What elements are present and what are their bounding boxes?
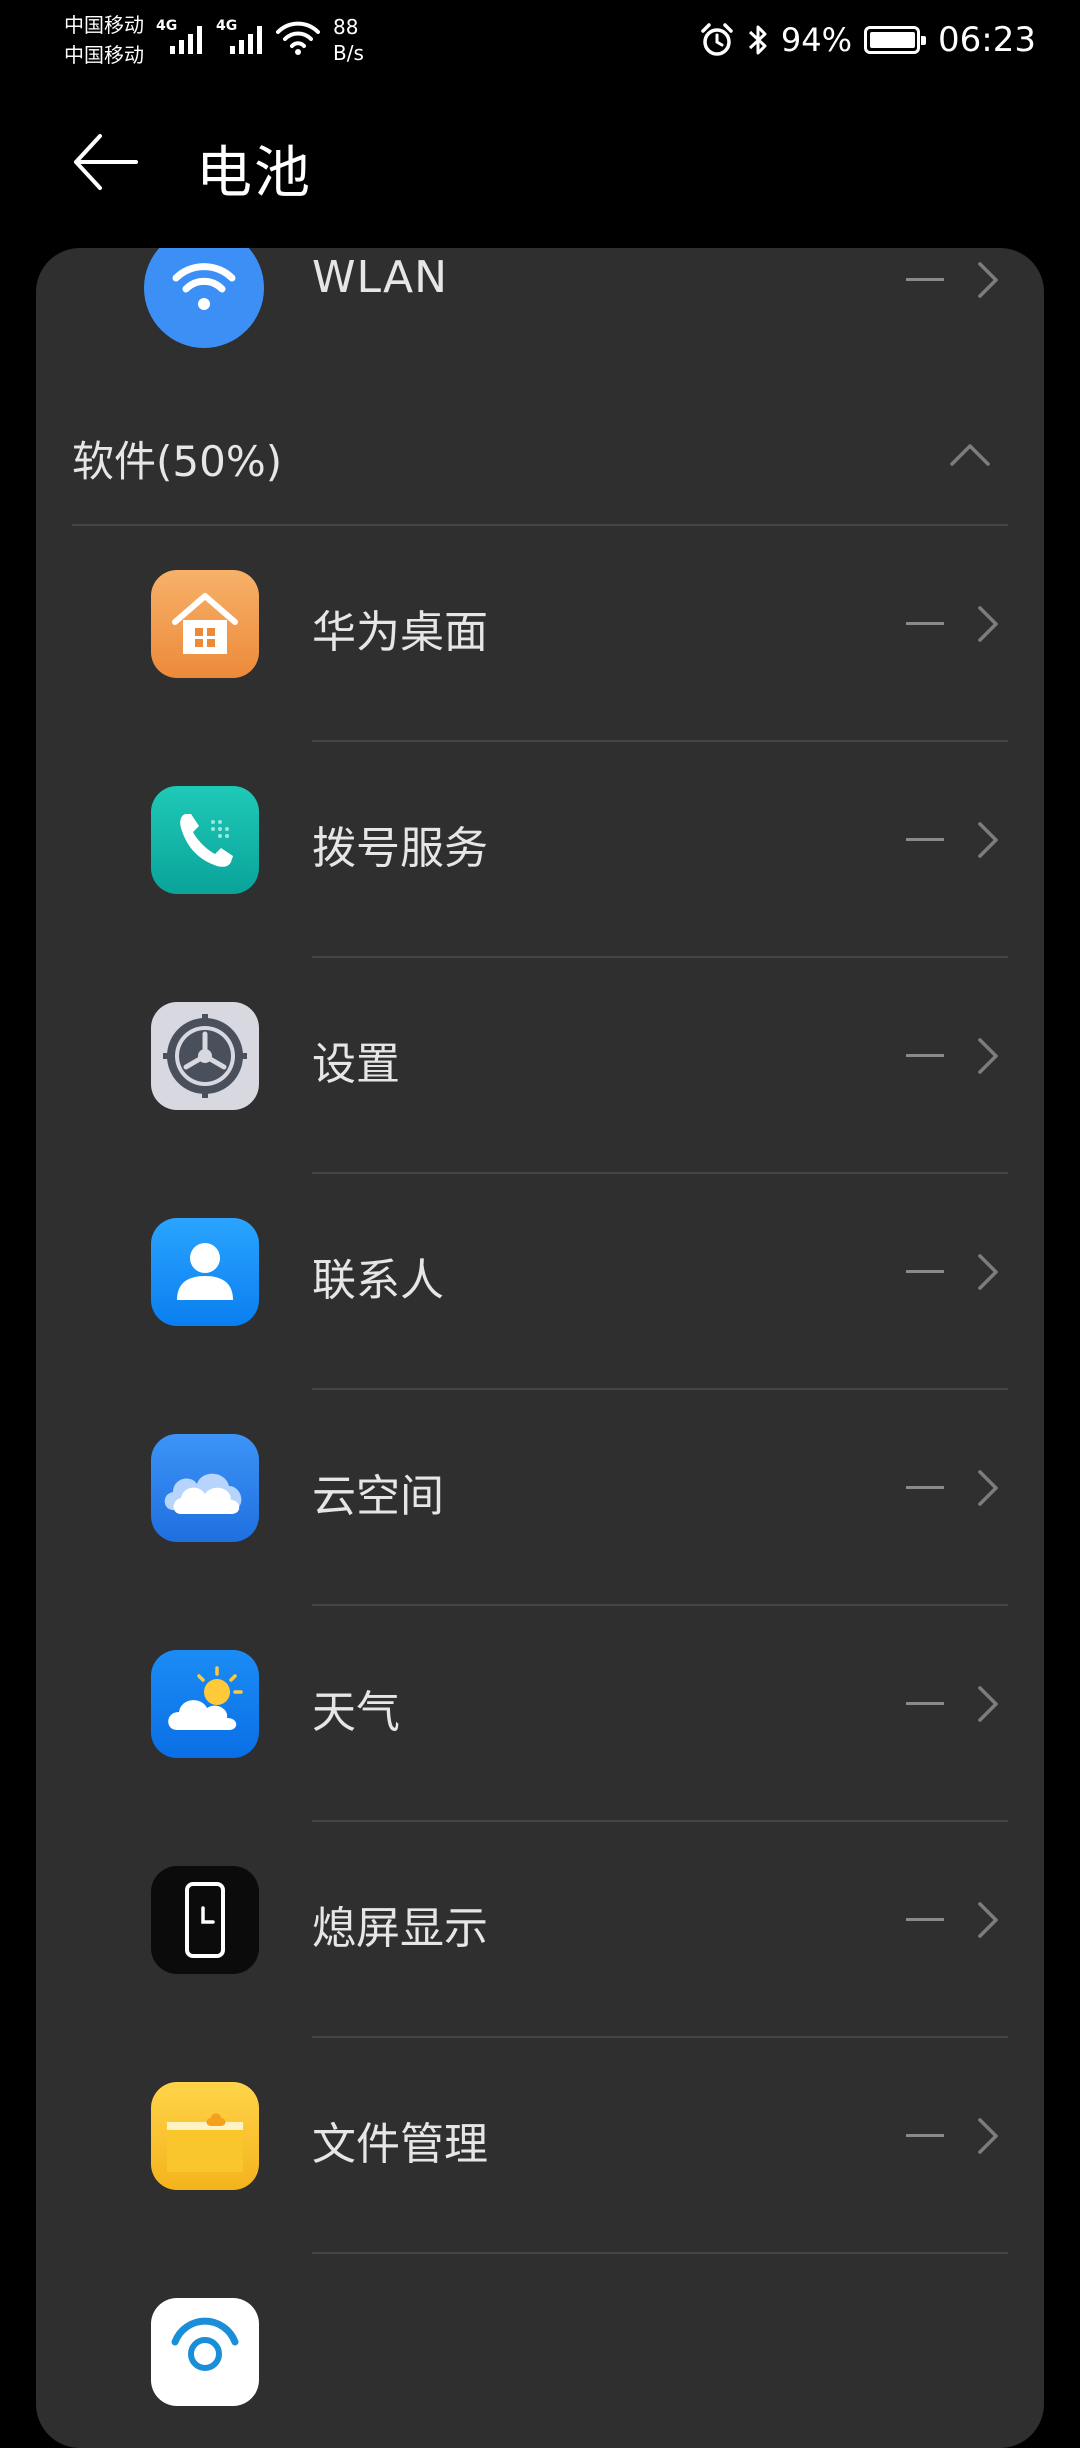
page-title: 电池 [196,141,312,206]
cloud-icon [151,1434,259,1542]
wifi-icon [172,263,236,310]
list-item-label: 联系人 [312,1255,444,1306]
usage-value [906,1054,944,1057]
section-header-software[interactable]: 软件(50%) [36,398,1044,528]
chevron-right-icon [978,1686,998,1722]
clock-phone-icon [151,1866,259,1974]
usage-value [906,1702,944,1705]
speed-value: 88 [333,15,359,39]
carrier-2: 中国移动 [64,43,144,67]
clock: 06:23 [938,20,1036,60]
status-right: 94% 06:23 [699,18,1036,62]
list-item-label: 拨号服务 [312,823,488,874]
signal-1: 4G [156,16,202,56]
list-item-always-on-display[interactable]: 熄屏显示 [36,1822,1044,2038]
usage-value [906,1486,944,1489]
list-item-contacts[interactable]: 联系人 [36,1174,1044,1390]
network-type-2: 4G [216,18,238,34]
usage-value [906,622,944,625]
usage-list-card: WLAN 软件(50%) 华为桌面 拨号服务 设置 联系人 云空间 天气 熄屏显… [36,248,1044,2448]
network-speed: 88 B/s [333,14,364,66]
back-arrow-icon [74,134,138,190]
list-item-label: 熄屏显示 [312,1903,488,1954]
app-header: 电池 [0,100,1080,240]
app-icon-partial [151,2298,259,2406]
wifi-status-icon [276,20,320,60]
list-item-label: 天气 [312,1687,400,1738]
chevron-right-icon [978,1470,998,1506]
chevron-right-icon [978,262,998,298]
list-item-settings[interactable]: 设置 [36,958,1044,1174]
usage-value [906,838,944,841]
usage-value [906,1918,944,1921]
alarm-icon [701,23,733,56]
chevron-right-icon [978,1902,998,1938]
chevron-up-icon [950,444,990,466]
gear-icon [151,1002,259,1110]
list-item-label: 华为桌面 [312,607,488,658]
carrier-labels: 中国移动 中国移动 [64,10,144,70]
list-item-huawei-launcher[interactable]: 华为桌面 [36,526,1044,742]
person-icon [151,1218,259,1326]
chevron-right-icon [978,822,998,858]
phone-icon [151,786,259,894]
network-type-1: 4G [156,18,178,34]
list-item-label: 设置 [312,1039,400,1090]
list-item-label: 云空间 [312,1471,444,1522]
section-title: 软件(50%) [72,437,283,486]
chevron-right-icon [978,1038,998,1074]
battery-percent: 94% [780,21,853,59]
list-item-cloud[interactable]: 云空间 [36,1390,1044,1606]
usage-value [906,278,944,281]
weather-icon [151,1650,259,1758]
chevron-right-icon [978,2118,998,2154]
list-item-dialer-service[interactable]: 拨号服务 [36,742,1044,958]
list-item-partial[interactable] [36,2254,1044,2448]
usage-value [906,1270,944,1273]
signal-2: 4G [216,16,262,56]
usage-value [906,2134,944,2137]
speed-unit: B/s [333,41,364,65]
bluetooth-icon [748,25,767,55]
chevron-right-icon [978,606,998,642]
list-item-weather[interactable]: 天气 [36,1606,1044,1822]
carrier-1: 中国移动 [64,13,144,37]
list-item-label: WLAN [312,252,449,303]
list-item-label: 文件管理 [312,2119,488,2170]
chevron-right-icon [978,1254,998,1290]
status-bar: 中国移动 中国移动 4G 4G 88 B/s 94% 06:23 [0,0,1080,80]
house-icon [151,570,259,678]
back-button[interactable] [70,130,150,200]
battery-icon [864,26,927,54]
wlan-icon-badge [144,248,264,348]
list-item-file-manager[interactable]: 文件管理 [36,2038,1044,2254]
folder-icon [151,2082,259,2190]
list-item-wlan[interactable]: WLAN [36,248,1044,360]
